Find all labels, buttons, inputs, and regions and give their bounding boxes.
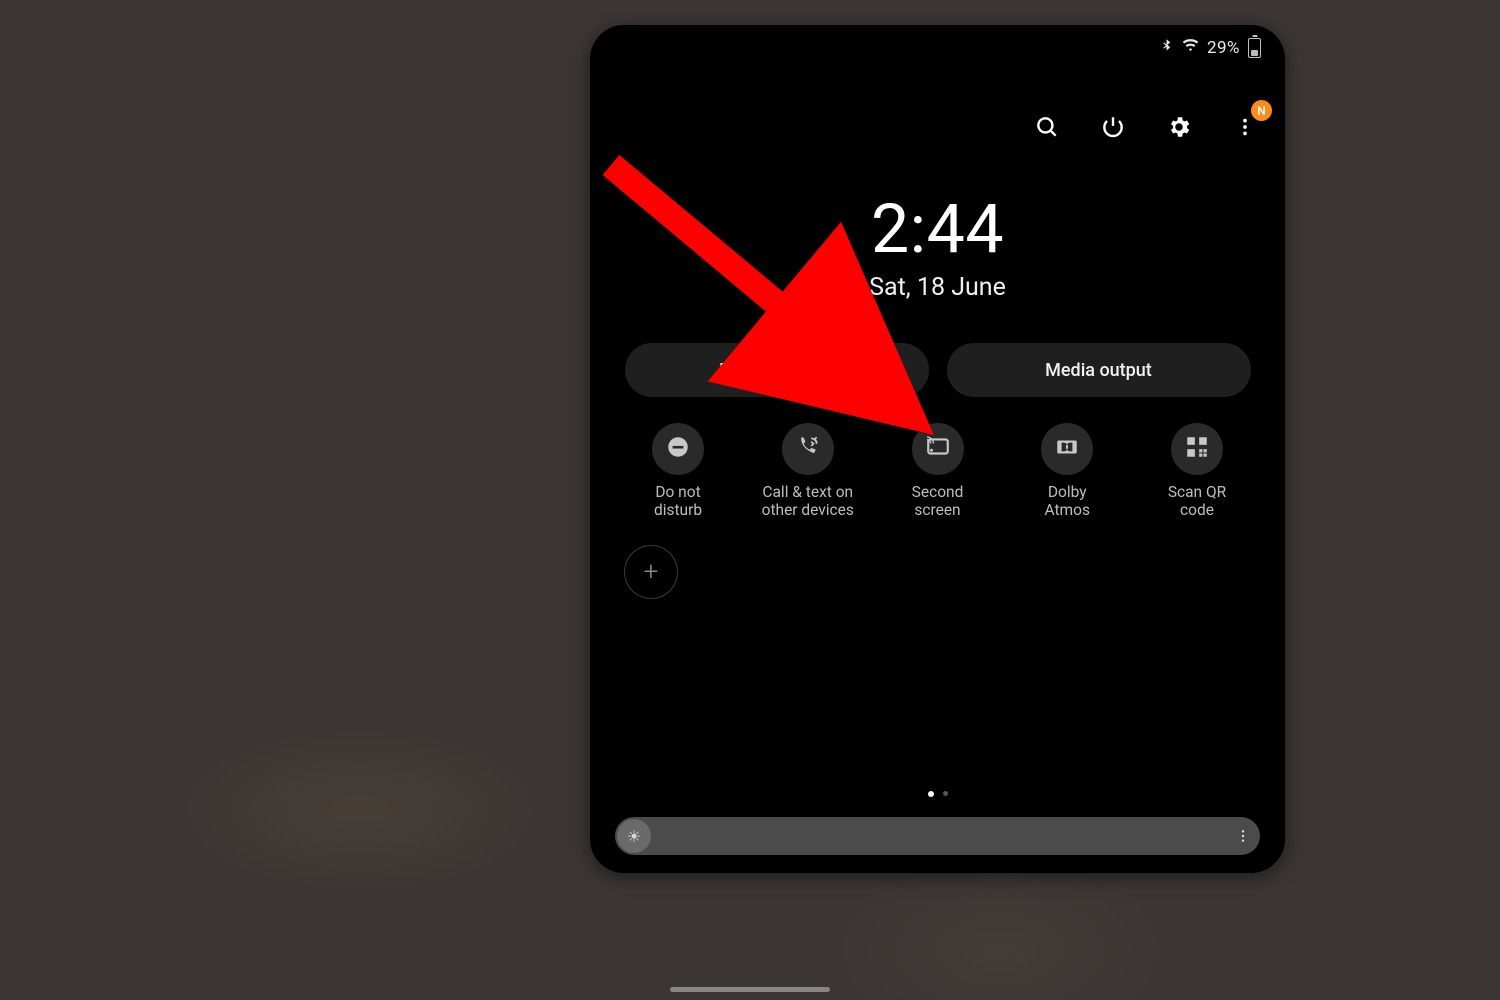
clock-date: Sat, 18 June — [590, 273, 1285, 302]
notification-badge: N — [1251, 100, 1272, 121]
battery-icon — [1248, 38, 1261, 58]
clock-block: 2:44 Sat, 18 June — [590, 195, 1285, 302]
quick-settings-panel: 29% N 2:44 Sat, 18 June Device control M… — [590, 25, 1285, 873]
more-button[interactable]: N — [1221, 103, 1269, 151]
brightness-more-button[interactable] — [1226, 828, 1260, 844]
search-button[interactable] — [1023, 103, 1071, 151]
tile-scan-qr[interactable]: Scan QRcode — [1143, 423, 1251, 520]
sun-icon: ☀ — [627, 827, 641, 846]
device-control-button[interactable]: Device control — [625, 343, 929, 397]
brightness-slider[interactable]: ☀ — [615, 817, 1260, 855]
tile-label: Secondscreen — [912, 483, 964, 520]
tile-label: Call & text onother devices — [762, 483, 854, 520]
home-indicator[interactable] — [670, 987, 830, 992]
minus-circle-icon — [665, 434, 691, 464]
battery-percent: 29% — [1207, 38, 1240, 58]
quick-tiles-row: Do notdisturb Call & text onother device… — [590, 423, 1285, 520]
phone-sync-icon — [795, 434, 821, 464]
tile-label: DolbyAtmos — [1045, 483, 1091, 520]
header-actions: N — [1023, 103, 1269, 151]
tile-label: Do notdisturb — [654, 483, 702, 520]
pager-dot-active — [928, 791, 934, 797]
cast-screen-icon — [925, 434, 951, 464]
qr-code-icon — [1184, 434, 1210, 464]
clock-time: 2:44 — [590, 195, 1285, 263]
settings-button[interactable] — [1155, 103, 1203, 151]
tile-label: Scan QRcode — [1168, 483, 1226, 520]
bluetooth-icon — [1159, 38, 1174, 58]
status-bar: 29% — [1159, 37, 1261, 59]
wifi-icon — [1182, 37, 1199, 59]
dolby-icon — [1054, 434, 1080, 464]
brightness-thumb[interactable]: ☀ — [617, 819, 651, 853]
pager-dot — [943, 791, 948, 796]
tile-dolby-atmos[interactable]: DolbyAtmos — [1013, 423, 1121, 520]
add-tile-button[interactable]: + — [624, 545, 678, 599]
tile-call-text-other-devices[interactable]: Call & text onother devices — [754, 423, 862, 520]
plus-icon: + — [644, 557, 659, 587]
tile-do-not-disturb[interactable]: Do notdisturb — [624, 423, 732, 520]
power-button[interactable] — [1089, 103, 1137, 151]
media-output-button[interactable]: Media output — [947, 343, 1251, 397]
page-indicator — [590, 791, 1285, 797]
tile-second-screen[interactable]: Secondscreen — [884, 423, 992, 520]
